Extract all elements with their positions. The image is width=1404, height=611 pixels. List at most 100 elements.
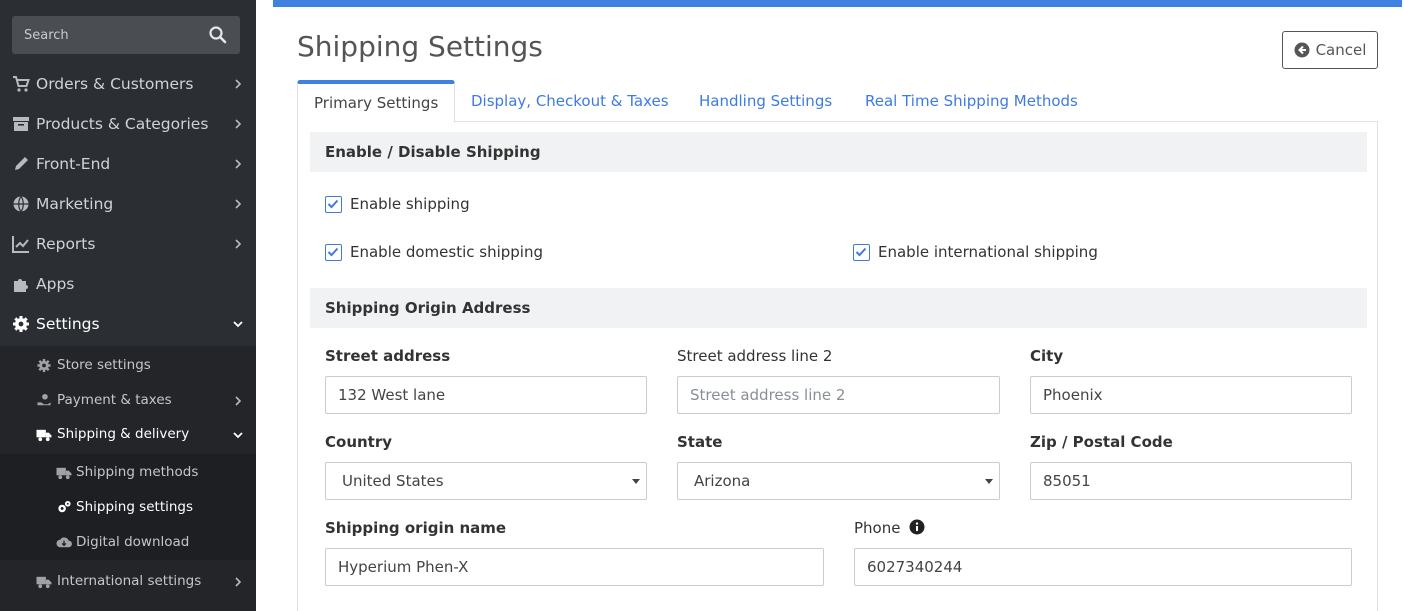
sidebar-item-label: Marketing [36,195,114,213]
cancel-label: Cancel [1315,41,1367,59]
country-select[interactable]: United States [325,462,647,500]
sidebar-subitem-label: International settings [57,573,202,589]
tab-display-checkout-taxes[interactable]: Display, Checkout & Taxes [471,80,669,122]
phone-label-wrap: Phone [854,519,925,537]
chart-icon [12,236,29,253]
truck-icon [36,576,52,589]
sidebar-subitem-label: Shipping & delivery [57,426,190,442]
sidebar-subitem-digital-download[interactable]: Digital download [0,525,256,559]
checkbox-label: Enable international shipping [878,243,1098,261]
tab-panel: Enable / Disable Shipping Enable shippin… [297,122,1378,611]
cart-icon [13,76,30,92]
search-icon[interactable] [208,25,228,45]
street-address-label: Street address [325,347,451,365]
street-address-line2-label: Street address line 2 [677,347,833,365]
chevron-down-icon [233,432,243,439]
phone-input[interactable] [854,548,1352,586]
sidebar-subitem-label: Shipping methods [76,464,199,480]
gears-icon [58,500,71,513]
checkbox-checked-icon[interactable] [325,243,342,261]
gear-icon [37,358,51,373]
checkbox-checked-icon[interactable] [325,195,342,213]
globe-icon [13,196,29,212]
search-box[interactable] [12,16,240,54]
checkbox-label: Enable shipping [350,195,470,213]
sidebar-subitem-shipping-settings[interactable]: Shipping settings [0,490,256,524]
tab-handling-settings[interactable]: Handling Settings [699,80,832,122]
enable-international-shipping-checkbox[interactable]: Enable international shipping [853,243,1098,261]
sidebar-item-orders-customers[interactable]: Orders & Customers [0,64,256,104]
cancel-button[interactable]: Cancel [1282,31,1378,69]
sidebar-item-reports[interactable]: Reports [0,224,256,264]
truck-icon [56,467,72,480]
pencil-icon [15,157,28,170]
chevron-down-icon [233,321,243,328]
enable-shipping-checkbox[interactable]: Enable shipping [325,195,470,213]
search-input[interactable] [12,16,202,54]
sidebar-item-marketing[interactable]: Marketing [0,184,256,224]
info-icon[interactable] [909,519,925,535]
sidebar-subitem-international-settings[interactable]: International settings [0,564,256,598]
gear-icon [13,316,29,332]
chevron-right-icon [235,239,242,249]
sidebar-subitem-shipping-methods[interactable]: Shipping methods [0,455,256,489]
caret-down-icon [985,479,993,484]
circle-arrow-left-icon [1294,42,1310,58]
tab-primary-settings[interactable]: Primary Settings [297,80,456,123]
sidebar-item-settings[interactable]: Settings [0,304,256,344]
main-content: Shipping Settings Cancel Primary Setting… [256,0,1404,611]
hand-coin-icon [37,393,51,406]
zip-input[interactable] [1030,462,1352,500]
sidebar-subitem-store-settings[interactable]: Store settings [0,348,256,382]
street-address-line2-input[interactable] [677,376,1000,414]
chevron-right-icon [235,159,242,169]
chevron-right-icon [235,119,242,129]
chevron-right-icon [235,199,242,209]
cloud-download-icon [56,537,72,548]
sidebar-item-label: Products & Categories [36,115,209,133]
origin-name-label: Shipping origin name [325,519,507,537]
sidebar-subitem-label: Digital download [76,534,190,550]
checkbox-label: Enable domestic shipping [350,243,544,261]
checkbox-checked-icon[interactable] [853,243,870,261]
sidebar-item-label: Apps [36,275,75,293]
sidebar-subitem-label: Store settings [57,357,151,373]
sidebar-item-label: Reports [36,235,96,253]
city-label: City [1030,347,1064,365]
sidebar-item-label: Front-End [36,155,111,173]
sidebar-item-label: Orders & Customers [36,75,194,93]
chevron-right-icon [235,396,242,406]
tab-real-time-shipping-methods[interactable]: Real Time Shipping Methods [865,80,1078,122]
origin-name-input[interactable] [325,548,824,586]
accent-bar [273,0,1402,7]
sidebar-item-products-categories[interactable]: Products & Categories [0,104,256,144]
sidebar-subitem-label: Payment & taxes [57,392,172,408]
sidebar-item-label: Settings [36,315,100,333]
sidebar-subitem-shipping-delivery[interactable]: Shipping & delivery [0,417,256,451]
page-title: Shipping Settings [297,30,543,63]
tab-bar: Primary Settings Display, Checkout & Tax… [297,80,1378,123]
city-input[interactable] [1030,376,1352,414]
country-label: Country [325,433,393,451]
sidebar-item-apps[interactable]: Apps [0,264,256,304]
truck-icon [36,429,52,442]
state-value: Arizona [694,472,751,490]
sidebar-item-front-end[interactable]: Front-End [0,144,256,184]
section-shipping-origin-address: Shipping Origin Address [310,288,1367,328]
country-value: United States [342,472,444,490]
enable-domestic-shipping-checkbox[interactable]: Enable domestic shipping [325,243,543,261]
section-enable-disable-shipping: Enable / Disable Shipping [310,132,1367,172]
chevron-right-icon [235,577,242,587]
archive-icon [13,117,29,131]
puzzle-icon [14,279,28,292]
zip-label: Zip / Postal Code [1030,433,1173,451]
state-select[interactable]: Arizona [677,462,1000,500]
chevron-right-icon [235,79,242,89]
sidebar: Orders & Customers Products & Categories… [0,0,256,611]
sidebar-subitem-payment-taxes[interactable]: Payment & taxes [0,383,256,417]
sidebar-subitem-label: Shipping settings [76,499,194,515]
state-label: State [677,433,723,451]
caret-down-icon [632,479,640,484]
street-address-input[interactable] [325,376,647,414]
phone-label: Phone [854,519,901,537]
